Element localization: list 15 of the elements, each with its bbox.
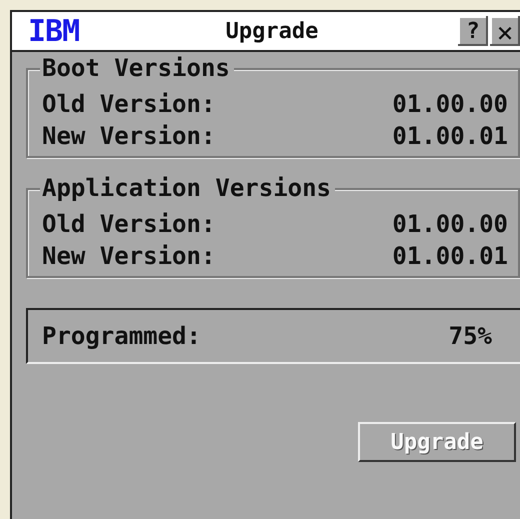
progress-value: 75%	[448, 321, 492, 352]
field-value: 01.00.01	[392, 121, 508, 152]
field-label: Old Version:	[42, 209, 216, 240]
help-button[interactable]: ?	[458, 16, 488, 46]
group-title: Application Versions	[40, 174, 335, 202]
logo: IBM	[28, 14, 80, 48]
field-label: New Version:	[42, 241, 216, 272]
field-value: 01.00.00	[392, 89, 508, 120]
field-label: Old Version:	[42, 89, 216, 120]
field-value: 01.00.01	[392, 241, 508, 272]
field-label: New Version:	[42, 121, 216, 152]
close-button[interactable]: ×	[490, 16, 520, 46]
progress-label: Programmed:	[42, 321, 201, 352]
window-title: Upgrade	[224, 18, 320, 44]
field-value: 01.00.00	[392, 209, 508, 240]
